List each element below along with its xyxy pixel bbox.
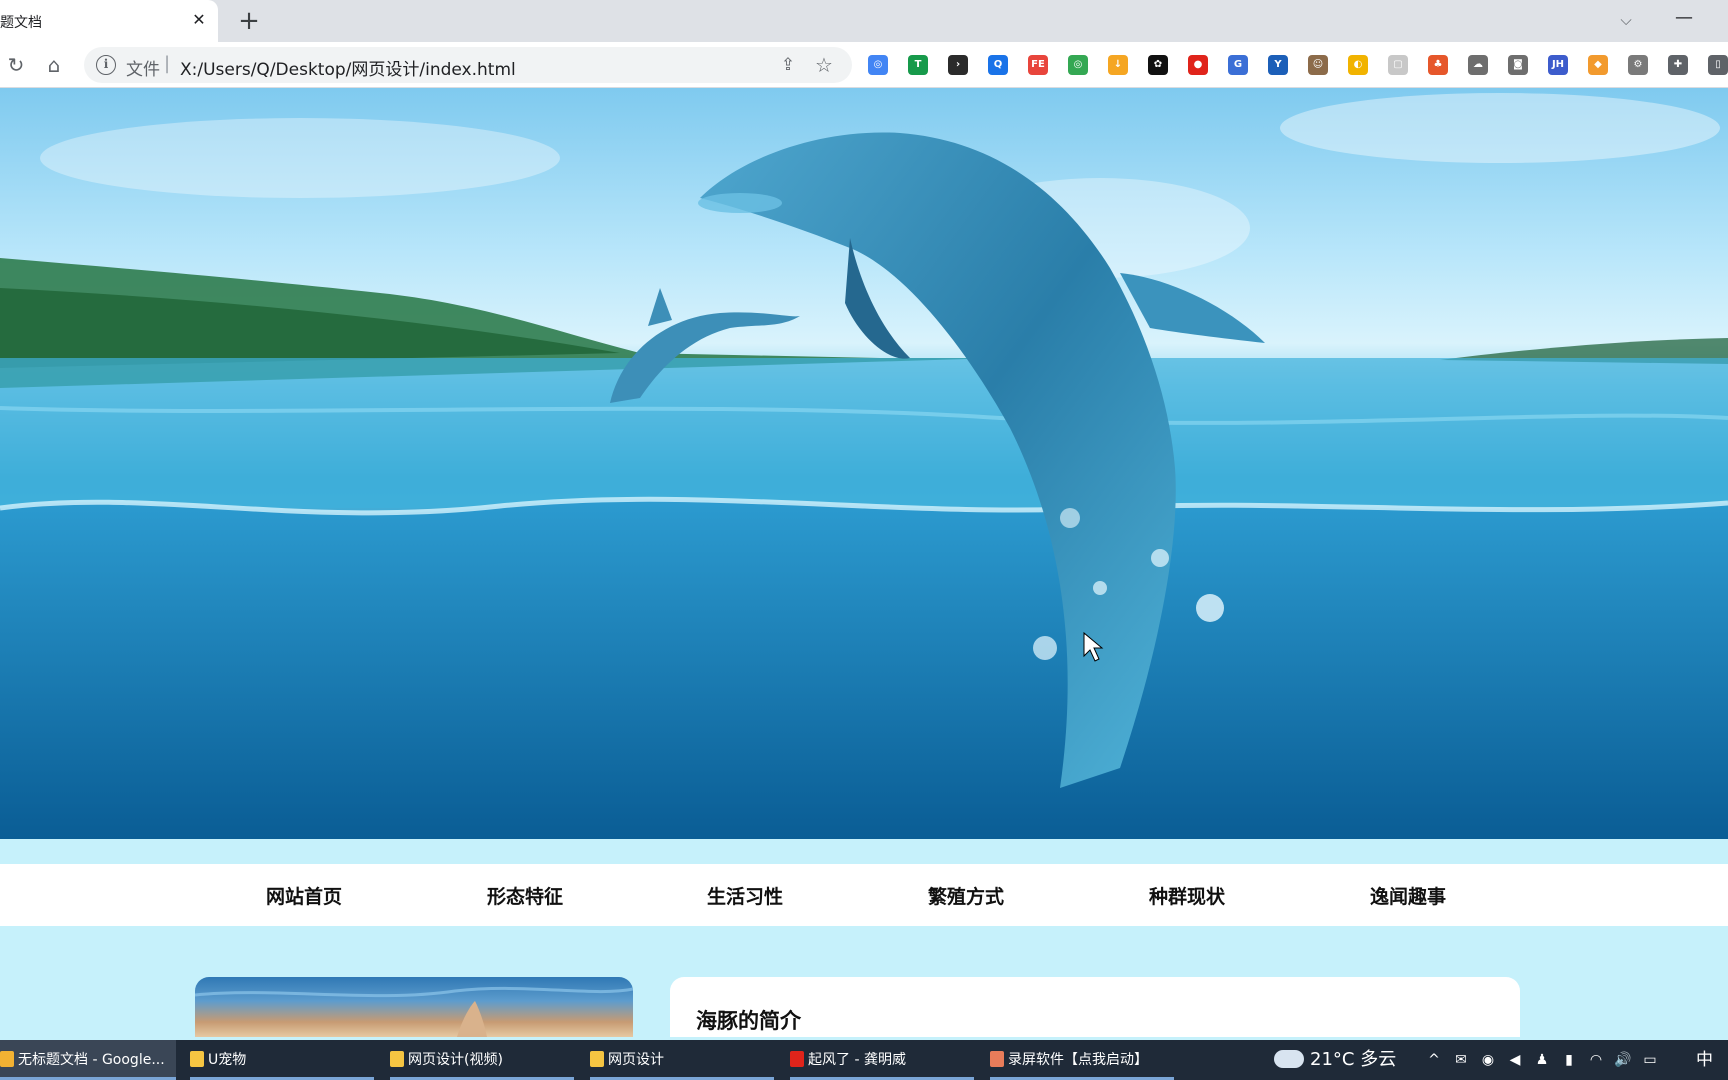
- intro-image-art: [195, 986, 633, 1037]
- nav-item-morphology[interactable]: 形态特征: [487, 882, 563, 909]
- main-nav: 网站首页 形态特征 生活习性 繁殖方式 种群现状 逸闻趣事: [0, 864, 1728, 926]
- nav-item-reproduction[interactable]: 繁殖方式: [928, 882, 1004, 909]
- tab-title: 无标题文档: [0, 15, 42, 31]
- settings-ext-icon[interactable]: ⚙: [1628, 55, 1648, 75]
- browser-tab[interactable]: 无标题文档 ✕: [0, 0, 218, 42]
- app-icon: [0, 1051, 14, 1067]
- nav-item-home[interactable]: 网站首页: [266, 882, 342, 909]
- nav-item-population[interactable]: 种群现状: [1149, 882, 1225, 909]
- fe-helper-ext-icon[interactable]: FE: [1028, 55, 1048, 75]
- taskbar-item-label: 录屏软件【点我启动】: [1008, 1052, 1148, 1068]
- taskbar-item-label: U宠物: [208, 1052, 247, 1068]
- reload-icon[interactable]: ↻: [2, 51, 30, 79]
- yellow-ext-icon[interactable]: ◐: [1348, 55, 1368, 75]
- app-icon: [190, 1051, 204, 1067]
- camera-ext-icon[interactable]: ◙: [1508, 55, 1528, 75]
- puzzle-grey-ext-icon[interactable]: ▢: [1388, 55, 1408, 75]
- share-icon[interactable]: ⇪: [776, 53, 800, 77]
- info-icon[interactable]: i: [96, 55, 116, 75]
- address-scheme: 文件: [126, 60, 160, 80]
- y-ext-icon[interactable]: Y: [1268, 55, 1288, 75]
- weather-text: 21°C 多云: [1310, 1049, 1397, 1070]
- taskbar-item[interactable]: 起风了 - 龚明威: [790, 1040, 974, 1080]
- tray-icon[interactable]: ▭: [1640, 1050, 1660, 1070]
- tray-icon[interactable]: ♟: [1532, 1050, 1552, 1070]
- tray-icon[interactable]: ◀: [1505, 1050, 1525, 1070]
- tray-icon[interactable]: 🔊: [1613, 1050, 1633, 1070]
- adguard-ext-icon[interactable]: T: [908, 55, 928, 75]
- nav-item-habits[interactable]: 生活习性: [707, 882, 783, 909]
- terminal-ext-icon[interactable]: ›: [948, 55, 968, 75]
- g-ext-icon[interactable]: G: [1228, 55, 1248, 75]
- app-icon: [790, 1051, 804, 1067]
- minimize-button[interactable]: —: [1670, 8, 1698, 32]
- bookmark-star-icon[interactable]: ☆: [812, 53, 836, 77]
- app-icon: [990, 1051, 1004, 1067]
- app-icon: [390, 1051, 404, 1067]
- tray-icon[interactable]: ▮: [1559, 1050, 1579, 1070]
- intro-card: 海豚的简介: [670, 977, 1520, 1037]
- close-icon[interactable]: ✕: [188, 9, 210, 31]
- intro-image: [195, 977, 633, 1037]
- chrome-color-ext-icon[interactable]: ◎: [1068, 55, 1088, 75]
- tree-ext-icon[interactable]: ♣: [1428, 55, 1448, 75]
- address-url[interactable]: X:/Users/Q/Desktop/网页设计/index.html: [180, 55, 516, 80]
- taskbar-item[interactable]: 网页设计: [590, 1040, 774, 1080]
- tray-icon[interactable]: ◠: [1586, 1050, 1606, 1070]
- jh-ext-icon[interactable]: JH: [1548, 55, 1568, 75]
- openai-ext-icon[interactable]: ✿: [1148, 55, 1168, 75]
- taskbar-item[interactable]: 无标题文档 - Google...: [0, 1040, 176, 1080]
- taskbar-item-label: 无标题文档 - Google...: [18, 1052, 165, 1068]
- os-taskbar: 无标题文档 - Google... U宠物 网页设计(视频) 网页设计 起风了 - 龚明…: [0, 1040, 1728, 1080]
- fox-ext-icon[interactable]: ◆: [1588, 55, 1608, 75]
- taskbar-item-label: 起风了 - 龚明威: [808, 1052, 906, 1068]
- new-tab-button[interactable]: +: [234, 6, 264, 36]
- stop-ext-icon[interactable]: ●: [1188, 55, 1208, 75]
- download-ext-icon[interactable]: ↓: [1108, 55, 1128, 75]
- address-separator: |: [164, 53, 171, 74]
- ime-indicator[interactable]: 中: [1696, 1040, 1713, 1080]
- tray-icon[interactable]: ◉: [1478, 1050, 1498, 1070]
- nav-item-anecdotes[interactable]: 逸闻趣事: [1370, 882, 1446, 909]
- tray-icon[interactable]: ✉: [1451, 1050, 1471, 1070]
- taskbar-item-label: 网页设计(视频): [408, 1052, 503, 1068]
- extensions-puzzle-icon[interactable]: ✚: [1668, 55, 1688, 75]
- app-icon: [590, 1051, 604, 1067]
- intro-title: 海豚的简介: [696, 1008, 801, 1033]
- chrome-ext-icon[interactable]: ◎: [868, 55, 888, 75]
- taskbar-item[interactable]: 录屏软件【点我启动】: [990, 1040, 1174, 1080]
- taskbar-item[interactable]: U宠物: [190, 1040, 374, 1080]
- side-panel-icon[interactable]: ▯: [1708, 55, 1728, 75]
- taskbar-item[interactable]: 网页设计(视频): [390, 1040, 574, 1080]
- browser-tabstrip: 无标题文档 ✕ + ⌵ —: [0, 0, 1728, 42]
- search-ext-icon[interactable]: Q: [988, 55, 1008, 75]
- home-icon[interactable]: ⌂: [40, 51, 68, 79]
- face-ext-icon[interactable]: ☺: [1308, 55, 1328, 75]
- browser-toolbar: ↻ ⌂ i 文件 | X:/Users/Q/Desktop/网页设计/index…: [0, 42, 1728, 88]
- tab-search-icon[interactable]: ⌵: [1614, 8, 1638, 32]
- address-bar[interactable]: i 文件 | X:/Users/Q/Desktop/网页设计/index.htm…: [84, 47, 852, 83]
- hero-banner: [0, 88, 1728, 839]
- cloud-ext-icon[interactable]: ☁: [1468, 55, 1488, 75]
- weather-widget[interactable]: 21°C 多云: [1274, 1040, 1396, 1080]
- taskbar-item-label: 网页设计: [608, 1052, 664, 1068]
- dolphin-illustration: [0, 93, 1728, 839]
- tray-icon[interactable]: ^: [1424, 1050, 1444, 1070]
- cloud-icon: [1274, 1050, 1304, 1068]
